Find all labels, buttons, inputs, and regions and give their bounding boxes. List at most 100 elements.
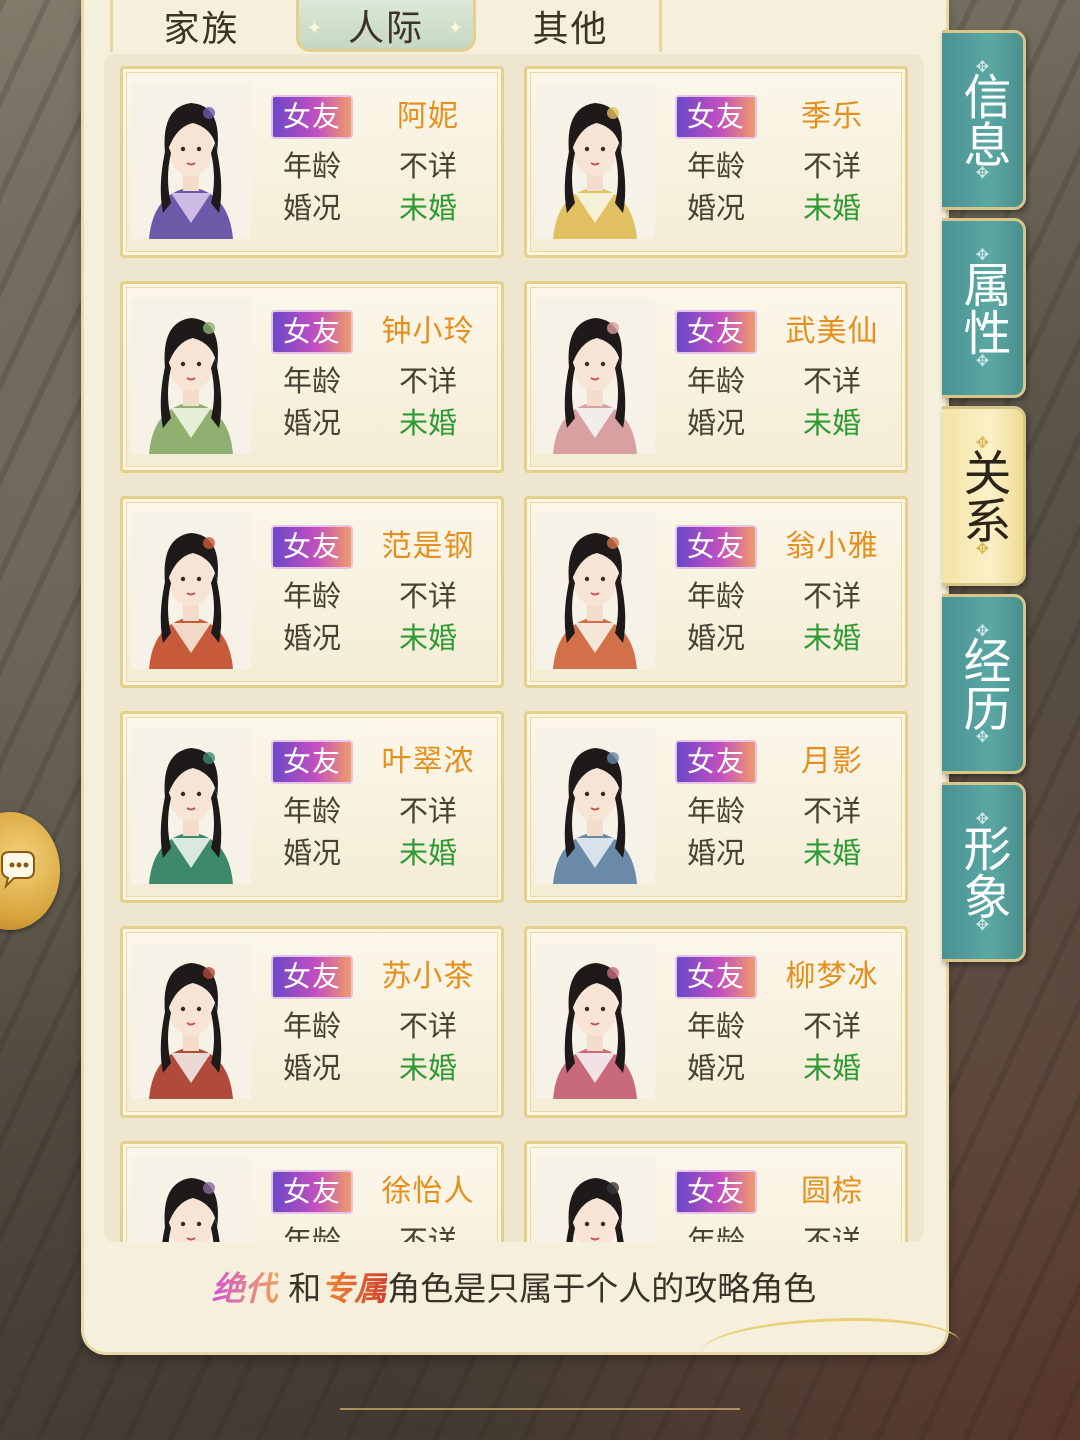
relation-card[interactable]: 女友 柳梦冰 年龄 不详 婚况 未婚 — [524, 926, 908, 1118]
character-name: 范是钢 — [381, 529, 475, 564]
relation-badge: 女友 — [675, 955, 757, 999]
character-portrait — [535, 298, 655, 454]
character-portrait — [535, 513, 655, 669]
marriage-label: 婚况 — [686, 1051, 745, 1085]
tab-social-label: 人际 — [347, 7, 424, 49]
age-label: 年龄 — [282, 364, 341, 398]
ornament-icon: ✥ — [975, 539, 990, 558]
footer-word-legendary: 绝代 — [211, 1269, 278, 1308]
marriage-label: 婚况 — [282, 1051, 341, 1085]
marriage-value: 未婚 — [398, 836, 457, 870]
character-portrait — [131, 943, 251, 1099]
relation-card[interactable]: 女友 月影年龄 不详婚况 未婚 — [524, 711, 908, 903]
character-name: 柳梦冰 — [785, 959, 879, 994]
character-name: 武美仙 — [785, 314, 879, 349]
marriage-value: 未婚 — [802, 191, 861, 225]
age-value: 不详 — [398, 149, 457, 183]
character-portrait — [535, 728, 655, 884]
character-portrait — [535, 943, 655, 1099]
relation-card[interactable]: 女友 阿妮 年龄 不详 婚况 未婚 — [120, 66, 504, 258]
ornament-icon: ✥ — [975, 351, 990, 370]
side-tab-attributes[interactable]: ✥ 属性 ✥ — [942, 218, 1026, 398]
sparkle-icon: ✦ — [447, 18, 465, 39]
relation-badge: 女友 — [271, 740, 353, 784]
relation-badge: 女友 — [271, 310, 353, 354]
relation-card[interactable]: 女友徐怡人年龄不详婚况未婚 — [120, 1141, 504, 1242]
marriage-value: 未婚 — [802, 836, 861, 870]
relation-card[interactable]: 女友 武美仙 年龄 不详 婚况 未婚 — [524, 281, 908, 473]
relation-badge: 女友 — [271, 1170, 353, 1214]
marriage-label: 婚况 — [686, 406, 745, 440]
ornament-icon: ✥ — [975, 57, 990, 76]
ornament-icon: ✥ — [975, 245, 990, 264]
ornament-icon: ✥ — [975, 915, 990, 934]
age-label: 年龄 — [686, 794, 745, 828]
character-name: 月影 — [801, 744, 863, 779]
character-name: 圆棕 — [801, 1174, 863, 1209]
age-value: 不详 — [398, 364, 457, 398]
age-label: 年龄 — [686, 149, 745, 183]
bottom-ornament — [340, 1408, 740, 1440]
marriage-value: 未婚 — [802, 621, 861, 655]
tab-other[interactable]: 其他 — [482, 0, 662, 52]
age-value: 不详 — [802, 1009, 861, 1043]
marriage-value: 未婚 — [398, 621, 457, 655]
age-label: 年龄 — [686, 579, 745, 613]
age-label: 年龄 — [686, 1009, 745, 1043]
age-value: 不详 — [398, 1224, 457, 1242]
age-value: 不详 — [398, 1009, 457, 1043]
relation-card[interactable]: 女友 翁小雅 年龄 不详 婚况 未婚 — [524, 496, 908, 688]
relation-card[interactable]: 女友 苏小茶 年龄 不详 婚况 未婚 — [120, 926, 504, 1118]
character-portrait — [131, 728, 251, 884]
age-value: 不详 — [398, 579, 457, 613]
ornament-icon: ✥ — [975, 809, 990, 828]
side-tab-info[interactable]: ✥ 信息 ✥ — [942, 30, 1026, 210]
relation-card[interactable]: 女友 钟小玲 年龄 不详 婚况 未婚 — [120, 281, 504, 473]
side-tab-relations[interactable]: ✥ 关系 ✥ — [942, 406, 1026, 586]
marriage-value: 未婚 — [398, 1051, 457, 1085]
age-label: 年龄 — [282, 579, 341, 613]
tab-family[interactable]: 家族 — [110, 0, 290, 52]
age-value: 不详 — [802, 794, 861, 828]
relation-list[interactable]: 女友 阿妮 年龄 不详 婚况 未婚 女友 季乐 年龄 不详 婚况 未婚 女友 钟小玲 年龄 不详 婚况 未婚 女友武… — [104, 54, 924, 1242]
relation-badge: 女友 — [675, 310, 757, 354]
ornament-icon: ✥ — [975, 621, 990, 640]
side-tab-appearance[interactable]: ✥ 形象 ✥ — [942, 782, 1026, 962]
tab-social[interactable]: ✦ 人际 ✦ — [296, 0, 476, 52]
relation-card[interactable]: 女友 范是钢 年龄 不详 婚况 未婚 — [120, 496, 504, 688]
character-portrait — [131, 513, 251, 669]
character-name: 叶翠浓 — [381, 744, 475, 779]
relation-badge: 女友 — [675, 1170, 757, 1214]
character-name: 阿妮 — [397, 99, 459, 134]
relation-badge: 女友 — [675, 740, 757, 784]
character-name: 徐怡人 — [381, 1174, 475, 1209]
character-name: 翁小雅 — [785, 529, 879, 564]
footer-note: 绝代 和专属角色是只属于个人的攻略角色 — [104, 1262, 924, 1318]
relation-card[interactable]: 女友 季乐 年龄 不详 婚况 未婚 — [524, 66, 908, 258]
marriage-value: 未婚 — [398, 191, 457, 225]
chat-button[interactable] — [0, 812, 60, 930]
ornament-icon: ✥ — [975, 433, 990, 452]
marriage-label: 婚况 — [282, 836, 341, 870]
relation-badge: 女友 — [675, 95, 757, 139]
age-value: 不详 — [802, 364, 861, 398]
marriage-label: 婚况 — [686, 621, 745, 655]
sparkle-icon: ✦ — [307, 18, 325, 39]
footer-rest: 角色是只属于个人的攻略角色 — [387, 1269, 817, 1308]
marriage-label: 婚况 — [282, 406, 341, 440]
marriage-label: 婚况 — [282, 191, 341, 225]
character-portrait — [131, 83, 251, 239]
top-tabs: 家族 ✦ 人际 ✦ 其他 — [110, 0, 670, 52]
character-portrait — [131, 1158, 251, 1242]
character-portrait — [535, 83, 655, 239]
age-value: 不详 — [398, 794, 457, 828]
marriage-label: 婚况 — [686, 191, 745, 225]
side-tab-experience[interactable]: ✥ 经历 ✥ — [942, 594, 1026, 774]
character-name: 季乐 — [801, 99, 863, 134]
relation-badge: 女友 — [271, 955, 353, 999]
footer-and: 和 — [288, 1269, 322, 1308]
marriage-label: 婚况 — [686, 836, 745, 870]
relation-card[interactable]: 女友 叶翠浓 年龄 不详 婚况 未婚 — [120, 711, 504, 903]
character-portrait — [535, 1158, 655, 1242]
relation-card[interactable]: 女友圆棕年龄不详婚况未婚 — [524, 1141, 908, 1242]
